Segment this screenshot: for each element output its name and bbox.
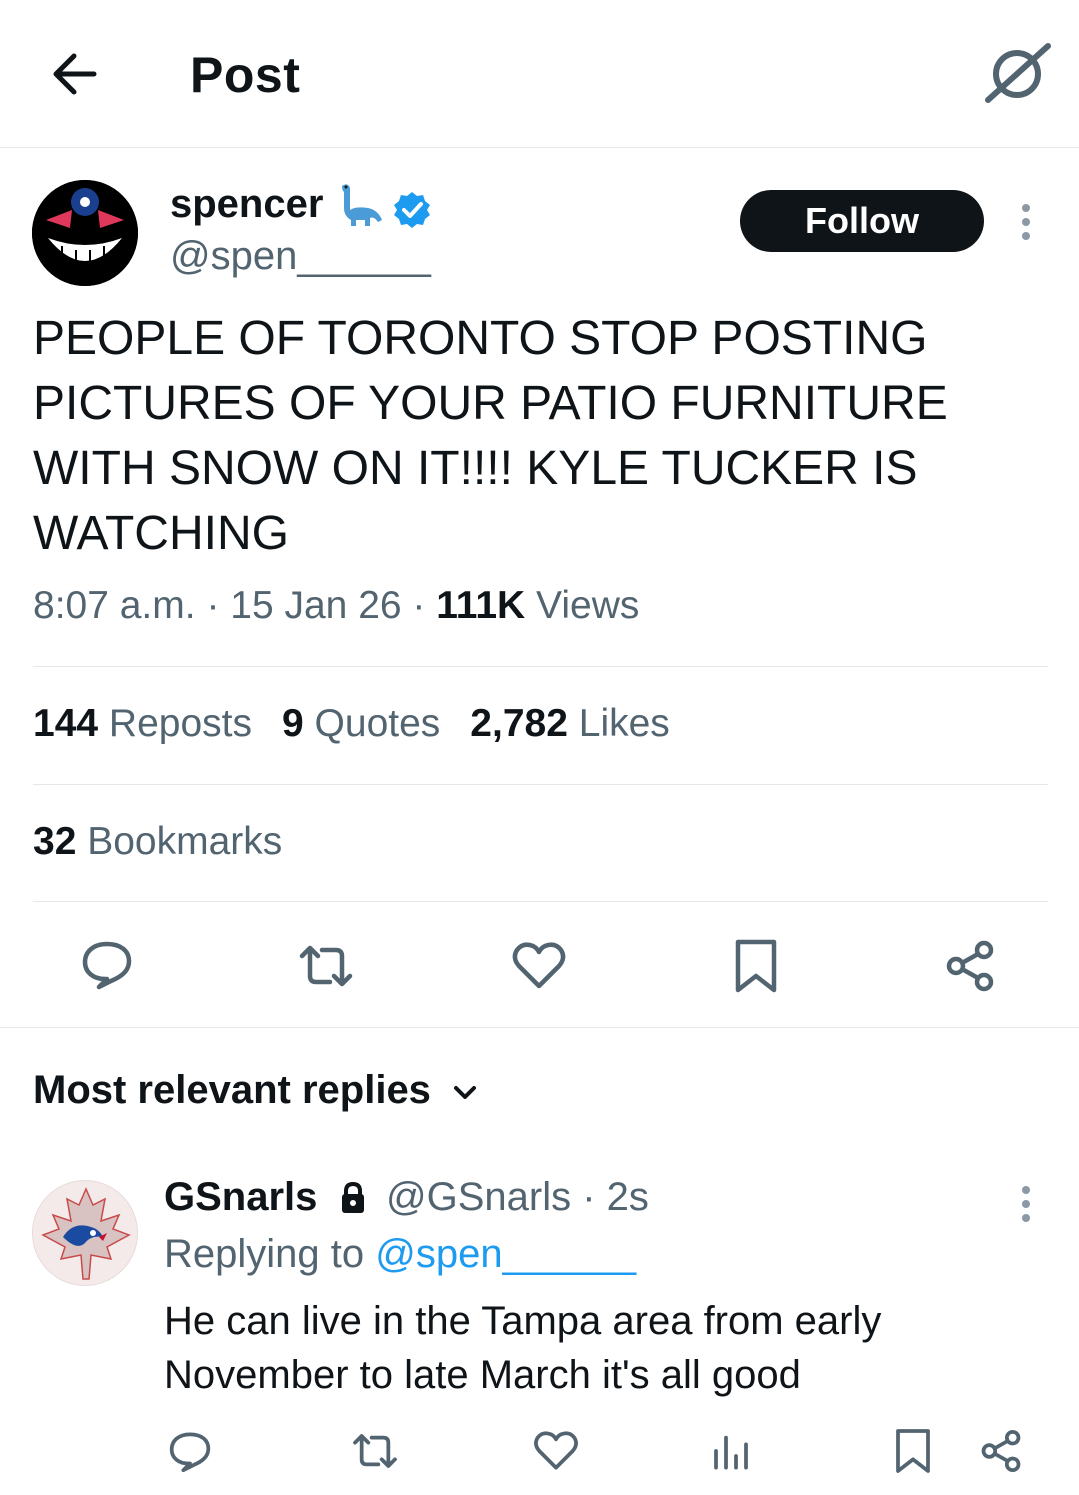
author-name[interactable]: spencer [170, 182, 323, 227]
repost-icon[interactable] [296, 936, 356, 996]
reposts-count: 144 [33, 702, 99, 745]
repost-icon[interactable] [350, 1426, 400, 1476]
grok-icon[interactable] [982, 40, 1052, 106]
replying-to-mention[interactable]: @spen______ [375, 1232, 636, 1276]
dinosaur-icon [334, 180, 386, 232]
top-bar: Post [0, 0, 1079, 148]
likes-stat[interactable]: 2,782 Likes [470, 702, 670, 745]
reposts-label: Reposts [108, 702, 252, 745]
author-handle[interactable]: @spen______ [170, 234, 431, 279]
author-avatar[interactable] [32, 180, 138, 286]
follow-button[interactable]: Follow [740, 190, 984, 252]
post-time[interactable]: 8:07 a.m. [33, 584, 196, 627]
bookmarks-stat[interactable]: 32 Bookmarks [33, 820, 282, 864]
reply-handle-time: @GSnarls · 2s [386, 1175, 649, 1219]
views-count: 111K [436, 584, 526, 627]
verified-badge-icon [392, 190, 432, 230]
bookmarks-count: 32 [33, 820, 77, 863]
quotes-stat[interactable]: 9 Quotes [282, 702, 440, 745]
replies-sort-label[interactable]: Most relevant replies [33, 1068, 431, 1113]
divider [33, 666, 1048, 667]
bookmark-icon[interactable] [726, 936, 786, 996]
chevron-down-icon[interactable] [450, 1078, 480, 1108]
likes-label: Likes [578, 702, 670, 745]
arrow-left-icon[interactable] [48, 50, 100, 98]
reply-text: He can live in the Tampa area from early… [164, 1299, 882, 1397]
post-stats: 144 Reposts 9 Quotes 2,782 Likes [33, 702, 670, 746]
reply-icon[interactable] [77, 934, 137, 994]
views-icon[interactable] [706, 1426, 756, 1476]
section-divider [0, 1027, 1079, 1028]
more-options-icon[interactable] [1010, 200, 1042, 244]
bookmark-icon[interactable] [888, 1426, 938, 1476]
reply-author-name[interactable]: GSnarls [164, 1175, 317, 1220]
divider [33, 784, 1048, 785]
more-options-icon[interactable] [1010, 1184, 1042, 1224]
divider [33, 901, 1048, 902]
replying-to-line: Replying to @spen______ [164, 1232, 636, 1277]
bookmarks-label: Bookmarks [87, 820, 283, 863]
page-title: Post [190, 47, 301, 103]
share-icon[interactable] [940, 936, 1000, 996]
views-label: Views [536, 584, 640, 627]
post-text: PEOPLE OF TORONTO STOP POSTING PICTURES … [33, 312, 948, 560]
reply-avatar[interactable] [32, 1180, 138, 1286]
reposts-stat[interactable]: 144 Reposts [33, 702, 252, 745]
likes-count: 2,782 [470, 702, 568, 745]
lock-icon [338, 1181, 368, 1215]
reply-icon[interactable] [165, 1426, 215, 1476]
reply-author-handle[interactable]: @GSnarls [386, 1175, 571, 1219]
reply-time[interactable]: 2s [607, 1175, 649, 1219]
quotes-label: Quotes [314, 702, 441, 745]
post-meta: 8:07 a.m. · 15 Jan 26 · 111K Views [33, 584, 640, 627]
like-icon[interactable] [509, 936, 569, 996]
replying-to-label: Replying to [164, 1232, 365, 1276]
like-icon[interactable] [531, 1426, 581, 1476]
post-date[interactable]: 15 Jan 26 [230, 584, 401, 627]
share-icon[interactable] [976, 1426, 1026, 1476]
quotes-count: 9 [282, 702, 304, 745]
